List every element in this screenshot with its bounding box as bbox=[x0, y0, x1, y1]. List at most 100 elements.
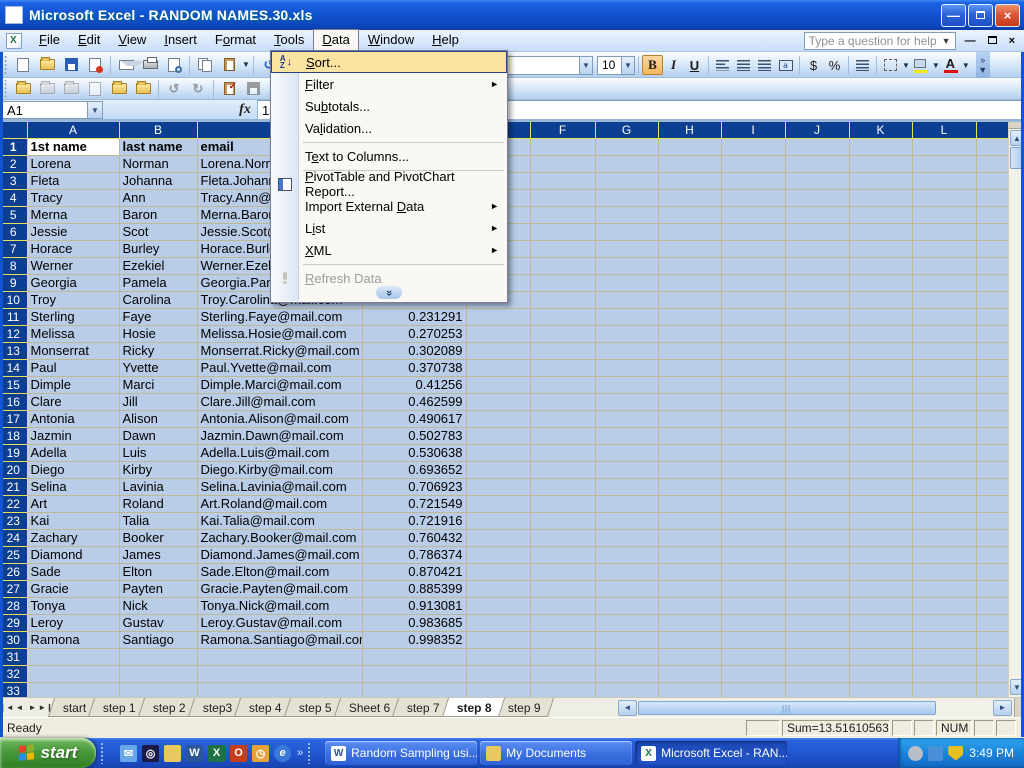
taskbar-button-microsoft-excel-ran-[interactable]: XMicrosoft Excel - RAN... bbox=[635, 741, 787, 765]
folder-new-icon[interactable] bbox=[12, 79, 34, 99]
cell-J19[interactable] bbox=[785, 444, 849, 461]
row-header-5[interactable]: 5 bbox=[0, 206, 27, 223]
cell-E15[interactable] bbox=[466, 376, 530, 393]
folder-forward-icon[interactable] bbox=[60, 79, 82, 99]
open-icon[interactable] bbox=[36, 55, 58, 75]
cell-E21[interactable] bbox=[466, 478, 530, 495]
cell-J24[interactable] bbox=[785, 529, 849, 546]
cell-L24[interactable] bbox=[912, 529, 976, 546]
outlook-express-icon[interactable]: ✉ bbox=[120, 745, 137, 762]
row-header-26[interactable]: 26 bbox=[0, 563, 27, 580]
cell-B27[interactable]: Payten bbox=[119, 580, 197, 597]
doc-close-button[interactable]: × bbox=[1006, 35, 1018, 47]
security-shield-icon[interactable] bbox=[948, 746, 963, 761]
cell-B21[interactable]: Lavinia bbox=[119, 478, 197, 495]
cell-M24[interactable] bbox=[976, 529, 1008, 546]
currency-button[interactable]: $ bbox=[803, 55, 824, 75]
cell-H2[interactable] bbox=[658, 155, 721, 172]
cell-A11[interactable]: Sterling bbox=[27, 308, 119, 325]
row-header-31[interactable]: 31 bbox=[0, 648, 27, 665]
cell-A3[interactable]: Fleta bbox=[27, 172, 119, 189]
cell-G12[interactable] bbox=[595, 325, 658, 342]
cell-D27[interactable]: 0.885399 bbox=[362, 580, 466, 597]
cell-J22[interactable] bbox=[785, 495, 849, 512]
cell-A6[interactable]: Jessie bbox=[27, 223, 119, 240]
cell-G9[interactable] bbox=[595, 274, 658, 291]
row-header-22[interactable]: 22 bbox=[0, 495, 27, 512]
cell-M6[interactable] bbox=[976, 223, 1008, 240]
cell-I23[interactable] bbox=[721, 512, 785, 529]
pictures-folder-icon[interactable] bbox=[164, 745, 181, 762]
sheet-icon[interactable] bbox=[84, 79, 106, 99]
insert-function-button[interactable]: fx bbox=[233, 100, 257, 119]
cell-D16[interactable]: 0.462599 bbox=[362, 393, 466, 410]
menu-view[interactable]: View bbox=[109, 29, 155, 52]
cell-M28[interactable] bbox=[976, 597, 1008, 614]
cell-M29[interactable] bbox=[976, 614, 1008, 631]
cell-B2[interactable]: Norman bbox=[119, 155, 197, 172]
cell-I22[interactable] bbox=[721, 495, 785, 512]
cell-I19[interactable] bbox=[721, 444, 785, 461]
cell-I14[interactable] bbox=[721, 359, 785, 376]
cell-F6[interactable] bbox=[530, 223, 595, 240]
cell-C16[interactable]: Clare.Jill@mail.com bbox=[197, 393, 362, 410]
cell-M10[interactable] bbox=[976, 291, 1008, 308]
cell-H8[interactable] bbox=[658, 257, 721, 274]
cell-L8[interactable] bbox=[912, 257, 976, 274]
cell-B23[interactable]: Talia bbox=[119, 512, 197, 529]
name-box-dropdown[interactable]: ▼ bbox=[88, 101, 103, 119]
cell-D23[interactable]: 0.721916 bbox=[362, 512, 466, 529]
cell-M25[interactable] bbox=[976, 546, 1008, 563]
cell-I27[interactable] bbox=[721, 580, 785, 597]
row-header-27[interactable]: 27 bbox=[0, 580, 27, 597]
menu-format[interactable]: Format bbox=[206, 29, 265, 52]
cell-K25[interactable] bbox=[849, 546, 912, 563]
cell-F14[interactable] bbox=[530, 359, 595, 376]
cell-J12[interactable] bbox=[785, 325, 849, 342]
decrease-indent-button[interactable] bbox=[852, 55, 873, 75]
cell-L4[interactable] bbox=[912, 189, 976, 206]
cell-L15[interactable] bbox=[912, 376, 976, 393]
cell-I7[interactable] bbox=[721, 240, 785, 257]
cell-D17[interactable]: 0.490617 bbox=[362, 410, 466, 427]
cell-J16[interactable] bbox=[785, 393, 849, 410]
print-preview-icon[interactable] bbox=[163, 55, 185, 75]
cell-H4[interactable] bbox=[658, 189, 721, 206]
cell-H33[interactable] bbox=[658, 682, 721, 697]
menu-item-xml[interactable]: XML► bbox=[271, 239, 507, 261]
cell-E26[interactable] bbox=[466, 563, 530, 580]
paste-icon[interactable] bbox=[218, 55, 240, 75]
cell-E11[interactable] bbox=[466, 308, 530, 325]
restore-button[interactable] bbox=[968, 4, 993, 27]
align-center-button[interactable] bbox=[733, 55, 754, 75]
cell-I28[interactable] bbox=[721, 597, 785, 614]
cell-G24[interactable] bbox=[595, 529, 658, 546]
next-sheet-button[interactable]: ► bbox=[26, 699, 39, 716]
minimize-button[interactable]: — bbox=[941, 4, 966, 27]
cell-C22[interactable]: Art.Roland@mail.com bbox=[197, 495, 362, 512]
cell-E17[interactable] bbox=[466, 410, 530, 427]
cell-B25[interactable]: James bbox=[119, 546, 197, 563]
cell-L23[interactable] bbox=[912, 512, 976, 529]
cell-A1[interactable]: 1st name bbox=[27, 138, 119, 155]
cell-C25[interactable]: Diamond.James@mail.com bbox=[197, 546, 362, 563]
cell-L20[interactable] bbox=[912, 461, 976, 478]
scroll-left-button[interactable]: ◄ bbox=[618, 700, 637, 716]
cell-A19[interactable]: Adella bbox=[27, 444, 119, 461]
cell-E18[interactable] bbox=[466, 427, 530, 444]
row-header-7[interactable]: 7 bbox=[0, 240, 27, 257]
percent-button[interactable]: % bbox=[824, 55, 845, 75]
row-header-18[interactable]: 18 bbox=[0, 427, 27, 444]
cell-G16[interactable] bbox=[595, 393, 658, 410]
cell-B6[interactable]: Scot bbox=[119, 223, 197, 240]
cell-H31[interactable] bbox=[658, 648, 721, 665]
cell-K28[interactable] bbox=[849, 597, 912, 614]
cell-I16[interactable] bbox=[721, 393, 785, 410]
cell-E29[interactable] bbox=[466, 614, 530, 631]
chevron-down-icon[interactable]: ▼ bbox=[242, 60, 250, 69]
cell-I1[interactable] bbox=[721, 138, 785, 155]
cell-K4[interactable] bbox=[849, 189, 912, 206]
cell-B20[interactable]: Kirby bbox=[119, 461, 197, 478]
cell-J23[interactable] bbox=[785, 512, 849, 529]
cell-C19[interactable]: Adella.Luis@mail.com bbox=[197, 444, 362, 461]
